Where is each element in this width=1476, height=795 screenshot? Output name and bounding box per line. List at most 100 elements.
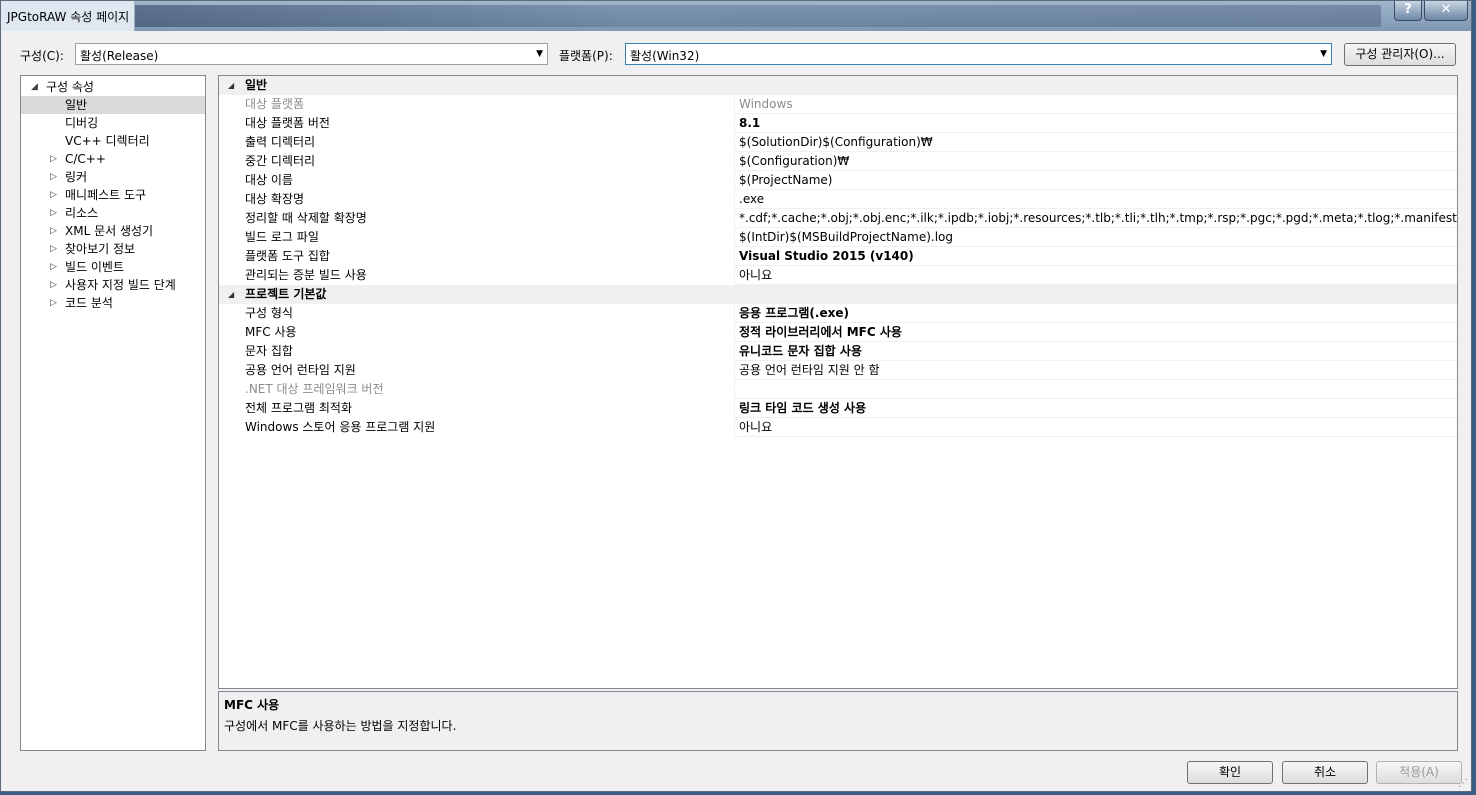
- property-value[interactable]: .exe: [735, 190, 1457, 208]
- property-name: Windows 스토어 응용 프로그램 지원: [219, 418, 735, 437]
- tree-item-label: VC++ 디렉터리: [65, 134, 150, 148]
- tree-item-label: XML 문서 생성기: [65, 224, 154, 238]
- property-value[interactable]: 응용 프로그램(.exe): [735, 304, 1457, 322]
- property-name: 대상 플랫폼 버전: [219, 114, 735, 133]
- property-value[interactable]: $(ProjectName): [735, 171, 1457, 189]
- property-row[interactable]: 전체 프로그램 최적화 링크 타임 코드 생성 사용: [219, 399, 1457, 418]
- tree-item[interactable]: ▷ 사용자 지정 빌드 단계: [21, 276, 205, 294]
- tree-item[interactable]: 일반: [21, 96, 205, 114]
- property-row[interactable]: 공용 언어 런타임 지원 공용 언어 런타임 지원 안 함: [219, 361, 1457, 380]
- window-title: JPGtoRAW 속성 페이지: [1, 1, 135, 31]
- property-row[interactable]: 대상 플랫폼 Windows: [219, 95, 1457, 114]
- apply-button[interactable]: 적용(A): [1376, 761, 1462, 784]
- ok-button[interactable]: 확인: [1187, 761, 1273, 784]
- cancel-button[interactable]: 취소: [1282, 761, 1368, 784]
- property-row[interactable]: MFC 사용 정적 라이브러리에서 MFC 사용: [219, 323, 1457, 342]
- tree-item[interactable]: ▷ 빌드 이벤트: [21, 258, 205, 276]
- tree-item[interactable]: VC++ 디렉터리: [21, 132, 205, 150]
- property-value[interactable]: $(Configuration)₩: [735, 152, 1457, 170]
- property-name: 빌드 로그 파일: [219, 228, 735, 247]
- property-row[interactable]: 빌드 로그 파일 $(IntDir)$(MSBuildProjectName).l…: [219, 228, 1457, 247]
- property-row[interactable]: 관리되는 증분 빌드 사용 아니요: [219, 266, 1457, 285]
- property-name: 출력 디렉터리: [219, 133, 735, 152]
- tree-item[interactable]: 디버깅: [21, 114, 205, 132]
- configuration-value: 활성(Release): [80, 49, 159, 63]
- collapsed-triangle-icon[interactable]: ▷: [50, 294, 57, 312]
- property-value[interactable]: 링크 타임 코드 생성 사용: [735, 399, 1457, 417]
- tree-item[interactable]: ▷ 매니페스트 도구: [21, 186, 205, 204]
- chevron-down-icon: ▼: [536, 49, 543, 59]
- property-name: 전체 프로그램 최적화: [219, 399, 735, 418]
- description-panel: MFC 사용 구성에서 MFC를 사용하는 방법을 지정합니다.: [218, 691, 1458, 751]
- collapsed-triangle-icon[interactable]: ▷: [50, 240, 57, 258]
- property-value[interactable]: *.cdf;*.cache;*.obj;*.obj.enc;*.ilk;*.ip…: [735, 209, 1457, 227]
- property-row[interactable]: .NET 대상 프레임워크 버전: [219, 380, 1457, 399]
- property-row[interactable]: 대상 플랫폼 버전 8.1: [219, 114, 1457, 133]
- tree-item[interactable]: ▷ 링커: [21, 168, 205, 186]
- configuration-manager-button[interactable]: 구성 관리자(O)...: [1344, 43, 1456, 66]
- collapsed-triangle-icon[interactable]: ▷: [50, 186, 57, 204]
- collapsed-triangle-icon[interactable]: ▷: [50, 222, 57, 240]
- property-value[interactable]: $(SolutionDir)$(Configuration)₩: [735, 133, 1457, 151]
- property-name: 대상 이름: [219, 171, 735, 190]
- tree-root[interactable]: ◢ 구성 속성: [21, 78, 205, 96]
- property-name: 대상 확장명: [219, 190, 735, 209]
- property-row[interactable]: 대상 확장명 .exe: [219, 190, 1457, 209]
- resize-grip-icon[interactable]: ⋰: [1458, 778, 1468, 789]
- help-button[interactable]: ?: [1394, 1, 1422, 21]
- close-button[interactable]: ✕: [1424, 1, 1468, 21]
- property-value[interactable]: Windows: [735, 95, 1457, 113]
- description-title: MFC 사용: [224, 698, 280, 712]
- tree-item[interactable]: ▷ C/C++: [21, 150, 205, 168]
- expanded-triangle-icon[interactable]: ◢: [31, 78, 38, 96]
- property-row[interactable]: Windows 스토어 응용 프로그램 지원 아니요: [219, 418, 1457, 437]
- tree-item[interactable]: ▷ 코드 분석: [21, 294, 205, 312]
- grid-category-label: 프로젝트 기본값: [245, 287, 327, 301]
- chevron-down-icon: ▼: [1320, 49, 1327, 59]
- title-bar[interactable]: JPGtoRAW 속성 페이지 ? ✕: [1, 1, 1471, 31]
- property-row[interactable]: 대상 이름 $(ProjectName): [219, 171, 1457, 190]
- property-value[interactable]: Visual Studio 2015 (v140): [735, 247, 1457, 265]
- expanded-triangle-icon[interactable]: ◢: [228, 76, 234, 95]
- collapsed-triangle-icon[interactable]: ▷: [50, 168, 57, 186]
- platform-combo[interactable]: 활성(Win32) ▼: [625, 43, 1332, 65]
- grid-category[interactable]: ◢ 일반: [219, 76, 1457, 95]
- platform-label: 플랫폼(P):: [559, 49, 613, 63]
- property-value[interactable]: 8.1: [735, 114, 1457, 132]
- property-value[interactable]: $(IntDir)$(MSBuildProjectName).log: [735, 228, 1457, 246]
- property-row[interactable]: 문자 집합 유니코드 문자 집합 사용: [219, 342, 1457, 361]
- property-row[interactable]: 중간 디렉터리 $(Configuration)₩: [219, 152, 1457, 171]
- property-value[interactable]: 정적 라이브러리에서 MFC 사용: [735, 323, 1457, 341]
- expanded-triangle-icon[interactable]: ◢: [228, 285, 234, 304]
- property-grid[interactable]: ◢ 일반 대상 플랫폼 Windows 대상 플랫폼 버전 8.1 출력 디렉터리 $(Sol…: [218, 75, 1458, 689]
- tree-item-label: 찾아보기 정보: [65, 242, 136, 256]
- platform-value: 활성(Win32): [630, 49, 700, 63]
- property-value[interactable]: 아니요: [735, 266, 1457, 284]
- property-row[interactable]: 정리할 때 삭제할 확장명 *.cdf;*.cache;*.obj;*.obj.e…: [219, 209, 1457, 228]
- property-row[interactable]: 출력 디렉터리 $(SolutionDir)$(Configuration)₩: [219, 133, 1457, 152]
- collapsed-triangle-icon[interactable]: ▷: [50, 276, 57, 294]
- collapsed-triangle-icon[interactable]: ▷: [50, 204, 57, 222]
- tree-item[interactable]: ▷ 찾아보기 정보: [21, 240, 205, 258]
- property-name: 공용 언어 런타임 지원: [219, 361, 735, 380]
- tree-item[interactable]: ▷ XML 문서 생성기: [21, 222, 205, 240]
- property-value[interactable]: 공용 언어 런타임 지원 안 함: [735, 361, 1457, 379]
- category-tree[interactable]: ◢ 구성 속성 일반 디버깅 VC++ 디렉터리 ▷ C/C++ ▷ 링커 ▷ 매니페스트 도구…: [20, 75, 206, 751]
- grid-category[interactable]: ◢ 프로젝트 기본값: [219, 285, 1457, 304]
- configuration-combo[interactable]: 활성(Release) ▼: [75, 43, 548, 65]
- property-name: 플랫폼 도구 집합: [219, 247, 735, 266]
- description-text: 구성에서 MFC를 사용하는 방법을 지정합니다.: [224, 719, 457, 733]
- collapsed-triangle-icon[interactable]: ▷: [50, 258, 57, 276]
- tree-root-label: 구성 속성: [46, 80, 94, 94]
- property-value[interactable]: 유니코드 문자 집합 사용: [735, 342, 1457, 360]
- tree-item-label: C/C++: [65, 152, 106, 166]
- property-name: 관리되는 증분 빌드 사용: [219, 266, 735, 285]
- tree-item-label: 리소스: [65, 206, 99, 220]
- tree-item-label: 사용자 지정 빌드 단계: [65, 278, 176, 292]
- property-row[interactable]: 구성 형식 응용 프로그램(.exe): [219, 304, 1457, 323]
- property-row[interactable]: 플랫폼 도구 집합 Visual Studio 2015 (v140): [219, 247, 1457, 266]
- tree-item[interactable]: ▷ 리소스: [21, 204, 205, 222]
- property-name: 구성 형식: [219, 304, 735, 323]
- collapsed-triangle-icon[interactable]: ▷: [50, 150, 57, 168]
- property-value[interactable]: 아니요: [735, 418, 1457, 436]
